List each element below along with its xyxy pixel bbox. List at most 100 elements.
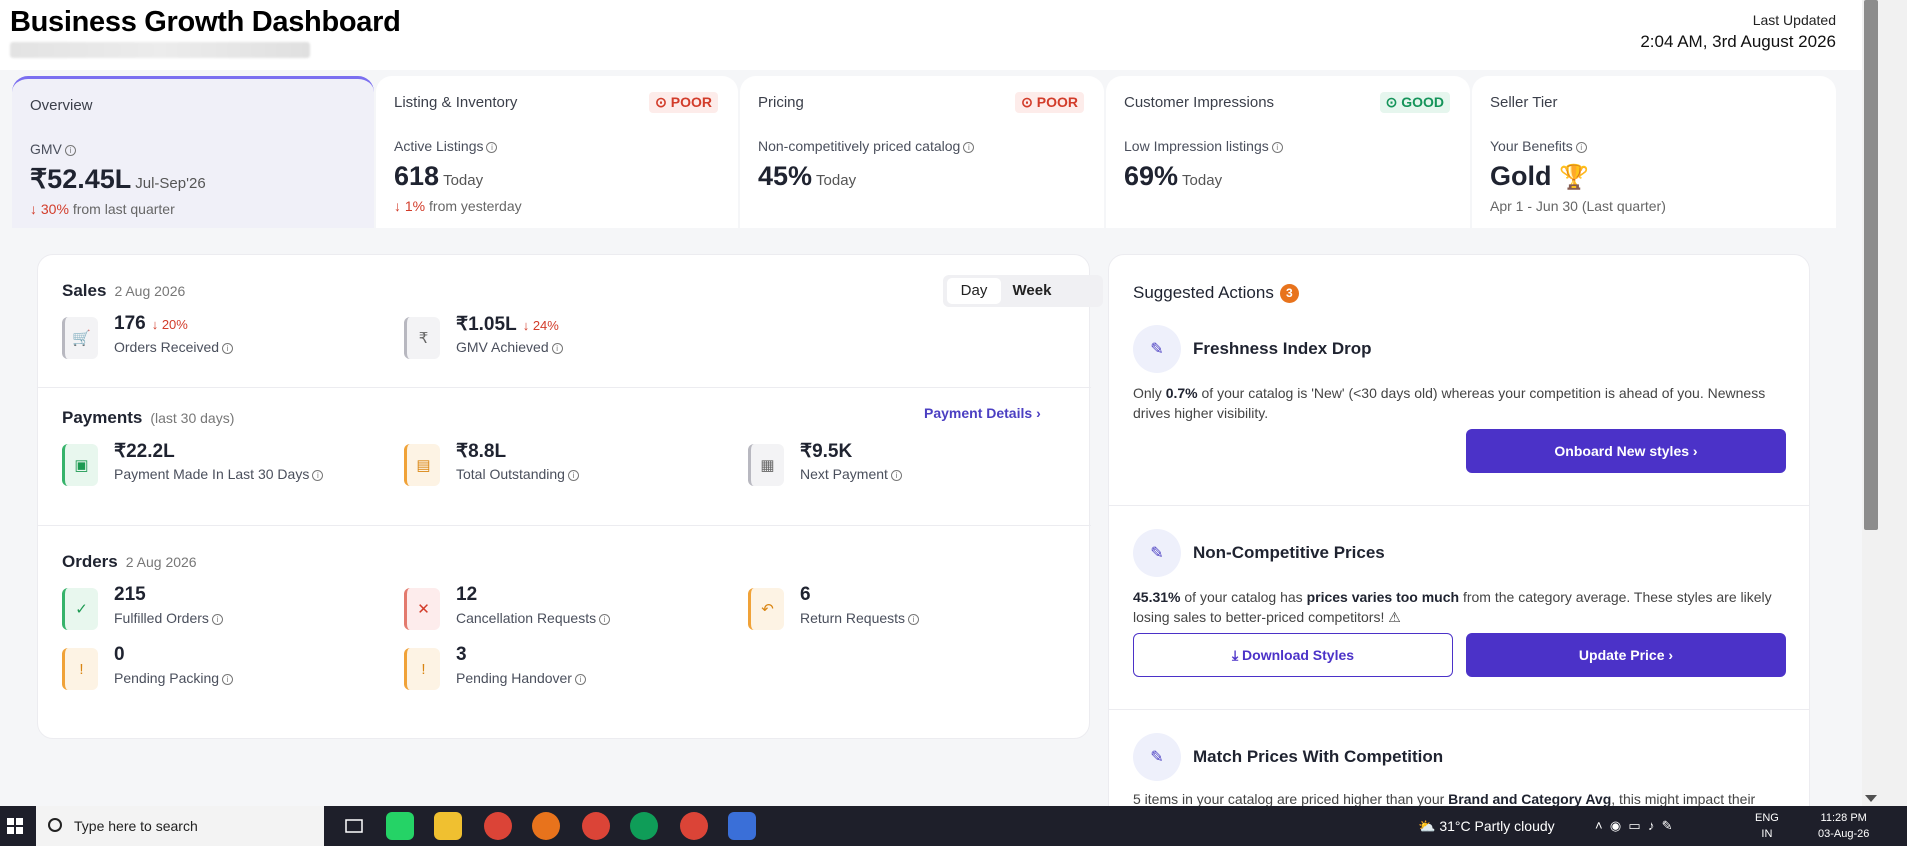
file-explorer-icon[interactable]: [434, 812, 462, 840]
payment-details-link[interactable]: Payment Details ›: [924, 405, 1041, 421]
weather-widget[interactable]: ⛅ 31°C Partly cloudy: [1418, 806, 1555, 846]
tab-overview[interactable]: Overview GMV i ₹52.45L Jul-Sep'26 ↓ 30% fr…: [12, 76, 374, 228]
volume-icon[interactable]: ♪: [1648, 818, 1655, 833]
chrome-profile-icon[interactable]: [630, 812, 658, 840]
action-title: Freshness Index Drop: [1193, 339, 1372, 358]
fulfilled-orders-stat: ✓ 215 Fulfilled Orders i: [62, 584, 362, 632]
tab-label: Overview: [30, 97, 93, 114]
metric-suffix: Today: [443, 172, 484, 189]
total-outstanding-stat: ▤ ₹8.8L Total Outstanding i: [404, 441, 704, 488]
sales-section: Sales 2 Aug 2026 Day Week 🛒 176 ↓ 20% Orde…: [38, 255, 1103, 387]
performance-card: Sales 2 Aug 2026 Day Week 🛒 176 ↓ 20% Orde…: [37, 254, 1103, 739]
metric-tabs: Overview GMV i ₹52.45L Jul-Sep'26 ↓ 30% fr…: [12, 76, 1836, 228]
windows-start-icon[interactable]: [0, 806, 30, 846]
return-icon: ↶: [748, 588, 784, 630]
last-updated-label: Last Updated: [1752, 12, 1836, 28]
impressions-label: Low Impression listings i: [1124, 138, 1283, 154]
stat-label: Payment Made In Last 30 Days i: [114, 466, 324, 482]
delta-value: 1%: [404, 198, 426, 214]
info-icon[interactable]: i: [312, 470, 324, 481]
info-icon[interactable]: i: [1271, 142, 1283, 153]
tab-seller-tier[interactable]: Seller Tier Your Benefits i Gold 🏆 Apr 1 …: [1472, 76, 1836, 228]
search-icon: [48, 818, 62, 832]
last-updated-value: 2:04 AM, 3rd August 2026: [1640, 32, 1836, 51]
chrome-icon[interactable]: [484, 812, 512, 840]
tab-listing-inventory[interactable]: Listing & Inventory ⊙ POOR Active Listin…: [376, 76, 738, 228]
download-styles-button[interactable]: ⤓ Download Styles: [1133, 633, 1453, 677]
label-text: Pending Packing: [114, 670, 220, 686]
gmv-achieved-stat: ₹ ₹1.05L ↓ 24% GMV Achieved i: [404, 314, 704, 361]
info-icon[interactable]: i: [574, 674, 586, 685]
metric-label-text: Your Benefits: [1490, 138, 1573, 154]
metric-suffix: Today: [816, 172, 857, 189]
action-description: 5 items in your catalog are priced highe…: [1133, 789, 1793, 806]
page-scrollbar[interactable]: [1862, 0, 1907, 806]
desc-bold: 0.7%: [1165, 385, 1198, 401]
payment-made-stat: ▣ ₹22.2L Payment Made In Last 30 Days i: [62, 441, 362, 488]
stat-value: 176 ↓ 20%: [114, 313, 188, 335]
lang-secondary: IN: [1761, 828, 1773, 840]
battery-icon[interactable]: ▭: [1628, 818, 1640, 833]
pending-packing-stat: ! 0 Pending Packing i: [62, 644, 362, 692]
label-text: Cancellation Requests: [456, 610, 597, 626]
whatsapp-icon[interactable]: [386, 812, 414, 840]
info-icon[interactable]: i: [890, 470, 902, 481]
language-indicator[interactable]: ENG IN: [1755, 810, 1779, 842]
scroll-down-arrow-icon[interactable]: [1865, 795, 1877, 802]
info-icon[interactable]: i: [486, 142, 498, 153]
info-icon[interactable]: i: [222, 674, 234, 685]
info-icon[interactable]: i: [211, 614, 223, 625]
label-text: Total Outstanding: [456, 466, 565, 482]
toggle-week[interactable]: Week: [1005, 278, 1059, 304]
snipping-tool-icon[interactable]: [728, 812, 756, 840]
tab-customer-impressions[interactable]: Customer Impressions ⊙ GOOD Low Impressi…: [1106, 76, 1470, 228]
stat-label: Orders Received i: [114, 339, 234, 355]
label-text: Pending Handover: [456, 670, 572, 686]
onboard-new-styles-button[interactable]: Onboard New styles ›: [1466, 429, 1786, 473]
info-icon[interactable]: i: [908, 614, 920, 625]
chrome-profile-icon[interactable]: [582, 812, 610, 840]
stat-label: GMV Achieved i: [456, 339, 563, 355]
metric-suffix: Today: [1182, 172, 1223, 189]
update-price-button[interactable]: Update Price ›: [1466, 633, 1786, 677]
app-icon[interactable]: [532, 812, 560, 840]
chevron-up-icon[interactable]: ˄: [1595, 818, 1603, 833]
lang-primary: ENG: [1755, 812, 1779, 824]
value-text: 176: [114, 313, 146, 334]
suggested-actions-card: Suggested Actions 3 ✎ Freshness Index Dro…: [1108, 254, 1810, 806]
divider: [1109, 709, 1809, 710]
network-icon[interactable]: ◉: [1610, 818, 1621, 833]
clock-time: 11:28 PM: [1820, 812, 1867, 824]
link-text: Payment Details: [924, 405, 1033, 421]
metric-value-text: 45%: [758, 161, 813, 191]
info-icon[interactable]: i: [599, 614, 611, 625]
info-icon[interactable]: i: [64, 145, 76, 156]
action-non-competitive-prices: ✎ Non-Competitive Prices 45.31% of your …: [1109, 529, 1809, 701]
metric-suffix: Jul-Sep'26: [135, 175, 206, 192]
button-label: Download Styles: [1242, 647, 1355, 663]
action-match-prices: ✎ Match Prices With Competition 5 items …: [1109, 733, 1809, 806]
toggle-day[interactable]: Day: [947, 278, 1001, 304]
chrome-profile-icon[interactable]: [680, 812, 708, 840]
count-badge: 3: [1279, 284, 1299, 303]
taskbar-clock[interactable]: 11:28 PM 03-Aug-26: [1818, 810, 1869, 842]
cancellation-requests-stat: ✕ 12 Cancellation Requests i: [404, 584, 704, 632]
taskbar-search-input[interactable]: Type here to search: [36, 806, 324, 846]
info-icon[interactable]: i: [222, 343, 234, 354]
stat-label: Next Payment i: [800, 466, 902, 482]
tab-pricing[interactable]: Pricing ⊙ POOR Non-competitively priced …: [740, 76, 1104, 228]
button-label: Update Price: [1578, 647, 1665, 663]
pen-icon[interactable]: ✎: [1662, 818, 1673, 833]
tab-label: Seller Tier: [1490, 94, 1558, 111]
stat-value: 12: [456, 584, 478, 605]
scrollbar-thumb[interactable]: [1864, 0, 1878, 530]
info-icon[interactable]: i: [963, 142, 975, 153]
system-tray[interactable]: ˄ ◉ ▭ ♪ ✎: [1595, 806, 1673, 846]
info-icon[interactable]: i: [567, 470, 579, 481]
info-icon[interactable]: i: [551, 343, 563, 354]
info-icon[interactable]: i: [1575, 142, 1587, 153]
metric-label-text: Non-competitively priced catalog: [758, 138, 961, 154]
check-icon: ✓: [62, 588, 98, 630]
task-view-icon[interactable]: [340, 812, 368, 840]
impressions-value: 69% Today: [1124, 161, 1222, 192]
